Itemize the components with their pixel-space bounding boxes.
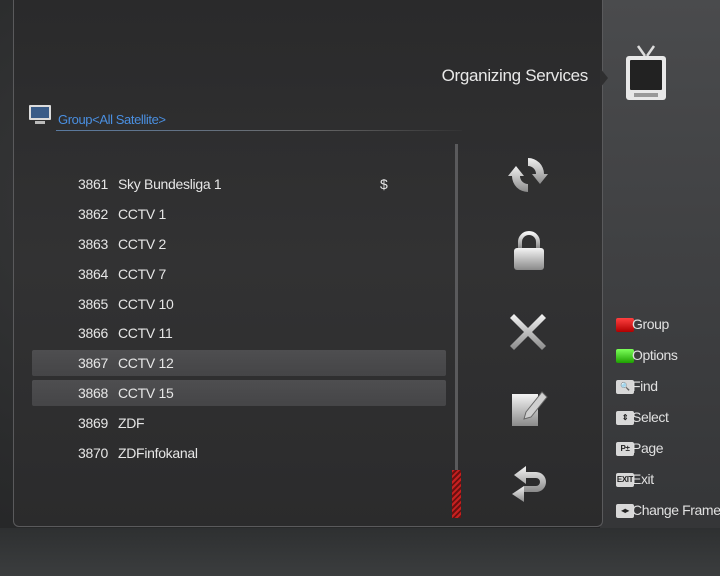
channel-number: 3864	[78, 265, 108, 282]
channel-name: CCTV 12	[118, 355, 174, 372]
legend-find[interactable]: 🔍 Find	[616, 378, 720, 409]
legend-exit[interactable]: EXIT Exit	[616, 471, 720, 502]
channel-number: 3867	[78, 355, 108, 372]
list-item[interactable]: 3863 CCTV 2	[32, 231, 446, 257]
title-pointer	[600, 68, 608, 88]
channel-name: CCTV 7	[118, 265, 166, 282]
bottom-strip	[0, 528, 720, 576]
scrambled-flag: $	[380, 176, 388, 192]
channel-name: CCTV 2	[118, 235, 166, 252]
list-item[interactable]: 3864 CCTV 7	[32, 261, 446, 287]
legend-select[interactable]: ⇕ Select	[616, 409, 720, 440]
monitor-icon	[29, 105, 51, 124]
lock-icon[interactable]	[509, 230, 549, 272]
channel-number: 3868	[78, 385, 108, 402]
key-legend: Group Options 🔍 Find ⇕ Select P± Page EX…	[616, 316, 720, 533]
channel-number: 3863	[78, 235, 108, 252]
legend-label: Select	[632, 409, 669, 425]
channel-number: 3866	[78, 325, 108, 342]
legend-options[interactable]: Options	[616, 347, 720, 378]
channel-name: CCTV 10	[118, 295, 174, 312]
legend-label: Options	[632, 347, 678, 363]
list-item[interactable]: 3862 CCTV 1	[32, 201, 446, 227]
group-header[interactable]: Group<All Satellite>	[26, 102, 462, 136]
legend-group[interactable]: Group	[616, 316, 720, 347]
scrollbar-thumb[interactable]	[452, 470, 461, 518]
list-item[interactable]: 3870 ZDFinfokanal	[32, 440, 446, 466]
channel-number: 3862	[78, 205, 108, 222]
channel-number: 3861	[78, 176, 108, 192]
channel-number: 3870	[78, 445, 108, 462]
legend-label: Group	[632, 316, 669, 332]
legend-change-frame[interactable]: ◂▸ Change Frame	[616, 502, 720, 533]
undo-arrow-icon[interactable]	[508, 462, 548, 504]
tv-icon	[626, 45, 666, 100]
list-item[interactable]: 3866 CCTV 11	[32, 320, 446, 346]
channel-name: ZDF	[118, 415, 145, 432]
channel-list: 3861 Sky Bundesliga 1 $ 3862 CCTV 1 3863…	[32, 171, 446, 470]
channel-number: 3869	[78, 415, 108, 432]
page-title: Organizing Services	[441, 66, 589, 85]
legend-label: Find	[632, 378, 658, 394]
channel-name: CCTV 11	[118, 325, 173, 342]
legend-label: Page	[632, 440, 664, 456]
legend-label: Exit	[632, 471, 654, 487]
channel-name: ZDFinfokanal	[118, 445, 198, 462]
channel-number: 3865	[78, 295, 108, 312]
list-item-selected[interactable]: 3867 CCTV 12	[32, 350, 446, 377]
channel-name: Sky Bundesliga 1	[118, 176, 222, 192]
list-item-selected[interactable]: 3868 CCTV 15	[32, 380, 446, 407]
rename-pencil-icon[interactable]	[508, 386, 548, 428]
group-underline	[56, 130, 462, 131]
scrollbar-track[interactable]	[455, 144, 458, 518]
group-label: Group<All Satellite>	[58, 112, 166, 127]
list-item[interactable]: 3865 CCTV 10	[32, 291, 446, 317]
list-item[interactable]: 3861 Sky Bundesliga 1 $	[32, 171, 446, 197]
list-item[interactable]: 3869 ZDF	[32, 410, 446, 436]
legend-label: Change Frame	[632, 502, 720, 518]
channel-name: CCTV 1	[118, 205, 166, 222]
delete-x-icon[interactable]	[508, 310, 548, 352]
move-arrows-icon[interactable]	[508, 154, 548, 196]
legend-page[interactable]: P± Page	[616, 440, 720, 471]
channel-name: CCTV 15	[118, 385, 174, 402]
